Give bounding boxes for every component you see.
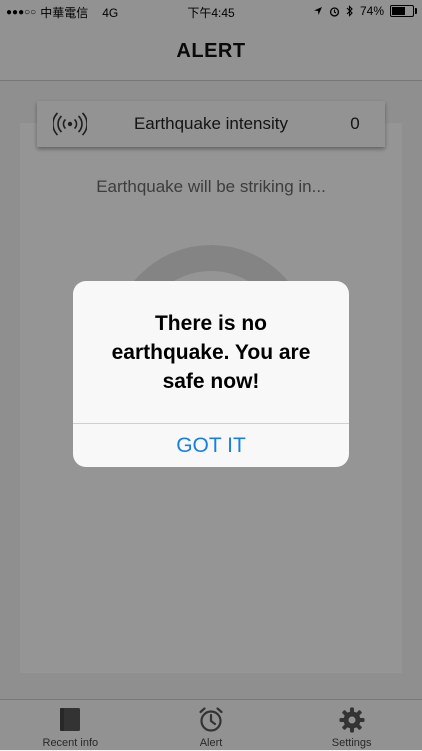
- alert-dialog: There is no earthquake. You are safe now…: [73, 281, 349, 467]
- alert-message: There is no earthquake. You are safe now…: [111, 311, 311, 393]
- got-it-button[interactable]: GOT IT: [73, 424, 349, 467]
